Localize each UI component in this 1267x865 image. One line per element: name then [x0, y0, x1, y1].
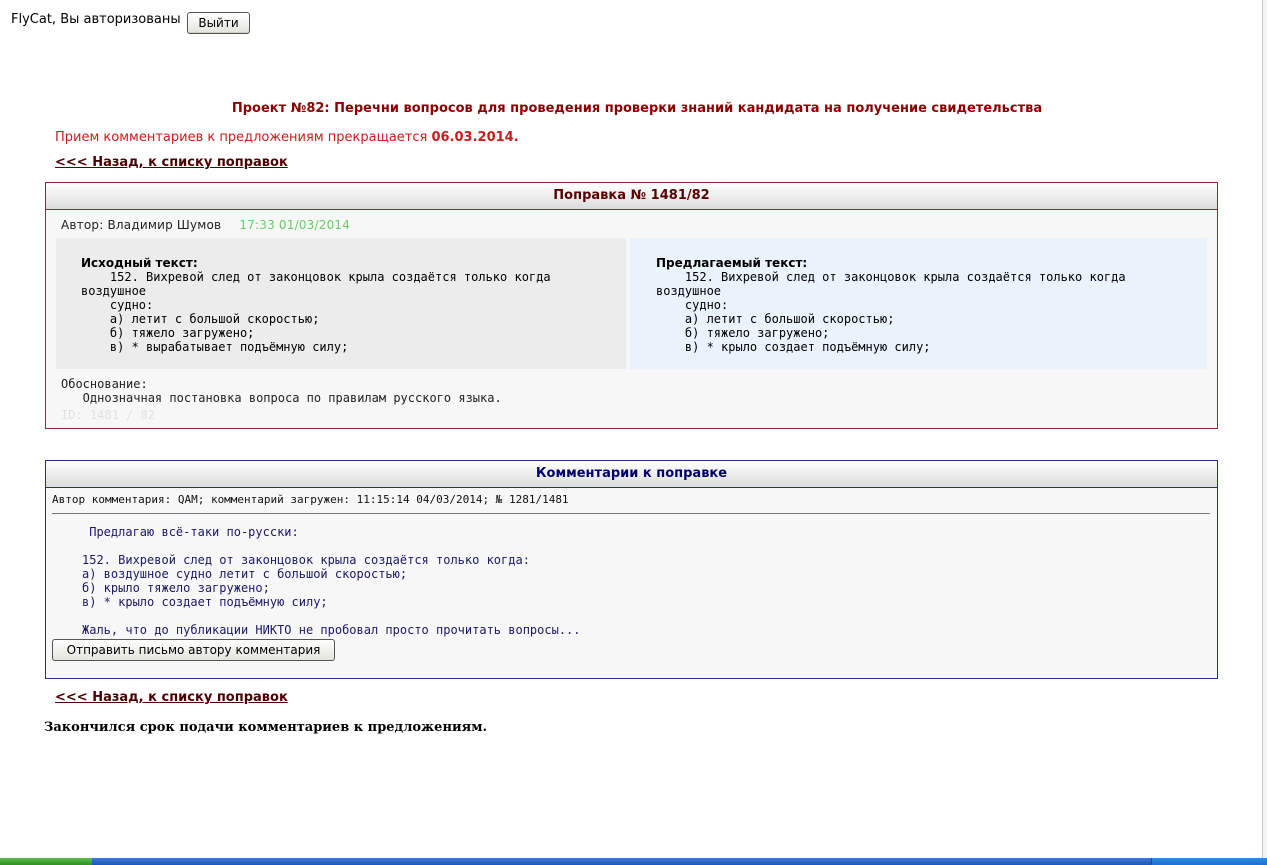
proposed-text-box: Предлагаемый текст: 152. Вихревой след о… [630, 238, 1207, 369]
back-to-list-link-bottom[interactable]: <<< Назад, к списку поправок [55, 690, 288, 705]
amendment-panel: Поправка № 1481/82 Автор: Владимир Шумов… [45, 182, 1218, 429]
amendment-header: Поправка № 1481/82 [46, 183, 1217, 210]
amendment-author: Автор: Владимир Шумов [61, 218, 222, 232]
justification: Обоснование: Однозначная постановка вопр… [61, 377, 502, 405]
proposed-text: 152. Вихревой след от законцовок крыла с… [656, 270, 1126, 354]
auth-status: FlyCat, Вы авторизованы [11, 12, 181, 27]
amendment-author-line: Автор: Владимир Шумов 17:33 01/03/2014 [61, 218, 350, 232]
original-text-caption: Исходный текст: [81, 256, 198, 270]
logout-button[interactable]: Выйти [187, 12, 250, 34]
amendment-timestamp: 17:33 01/03/2014 [239, 218, 351, 232]
taskbar [0, 858, 1267, 865]
justification-text: Однозначная постановка вопроса по правил… [61, 391, 502, 405]
system-tray [1151, 858, 1267, 865]
auth-user-text: FlyCat, Вы авторизованы [11, 12, 181, 27]
comments-panel: Комментарии к поправке Автор комментария… [45, 460, 1218, 679]
submission-closed-notice: Закончился срок подачи комментариев к пр… [44, 720, 488, 735]
original-text: 152. Вихревой след от законцовок крыла с… [81, 270, 551, 354]
amendment-id: ID: 1481 / 82 [61, 408, 155, 422]
comment-meta: Автор комментария: QAM; комментарий загр… [52, 493, 569, 506]
comment-divider [52, 513, 1210, 514]
back-to-list-link-top[interactable]: <<< Назад, к списку поправок [55, 155, 288, 170]
deadline-prefix: Прием комментариев к предложениям прекра… [55, 130, 432, 145]
original-text-box: Исходный текст: 152. Вихревой след от за… [56, 238, 626, 369]
deadline-date: 06.03.2014. [431, 130, 519, 145]
deadline-notice: Прием комментариев к предложениям прекра… [55, 130, 519, 145]
proposed-text-caption: Предлагаемый текст: [656, 256, 808, 270]
project-title: Проект №82: Перечни вопросов для проведе… [231, 101, 1043, 116]
justification-label: Обоснование: [61, 377, 148, 391]
comment-body: Предлагаю всё-таки по-русски: 152. Вихре… [82, 525, 581, 637]
comment-text: Предлагаю всё-таки по-русски: 152. Вихре… [82, 525, 581, 637]
start-button[interactable] [0, 858, 92, 865]
comments-header: Комментарии к поправке [46, 461, 1217, 488]
window-right-edge [1262, 0, 1267, 858]
send-letter-button[interactable]: Отправить письмо автору комментария [52, 639, 335, 661]
